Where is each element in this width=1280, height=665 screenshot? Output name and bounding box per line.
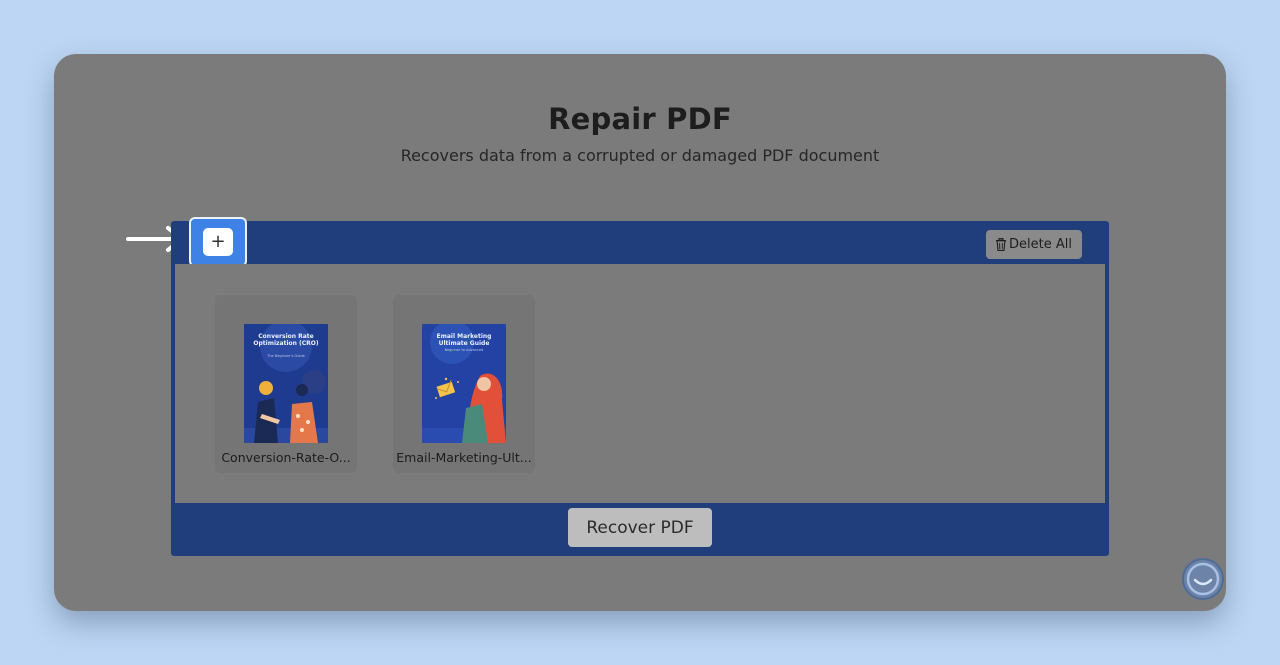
- file-card[interactable]: Conversion Rate Optimization (CRO) The B…: [215, 295, 357, 473]
- trash-icon: [995, 238, 1007, 251]
- file-list: Conversion Rate Optimization (CRO) The B…: [175, 264, 1105, 503]
- page-subtitle: Recovers data from a corrupted or damage…: [400, 146, 880, 165]
- delete-all-label: Delete All: [1009, 237, 1072, 252]
- panel-footer: Recover PDF: [171, 503, 1109, 556]
- thumbnail-subtitle: Beginner to Advanced: [444, 348, 484, 352]
- thumbnail-title: Email Marketing Ultimate Guide: [436, 333, 492, 347]
- thumbnail-subtitle: The Beginner's Guide: [267, 354, 305, 358]
- page-title: Repair PDF: [548, 102, 732, 136]
- recover-pdf-button[interactable]: Recover PDF: [568, 508, 712, 547]
- file-card[interactable]: Email Marketing Ultimate Guide Beginner …: [393, 295, 535, 473]
- delete-all-button[interactable]: Delete All: [986, 230, 1082, 259]
- add-button-highlight: +: [191, 219, 245, 265]
- pdf-thumbnail: Email Marketing Ultimate Guide Beginner …: [422, 324, 506, 443]
- pdf-thumbnail: Conversion Rate Optimization (CRO) The B…: [244, 324, 328, 443]
- file-name: Email-Marketing-Ult...: [396, 450, 532, 465]
- panel-toolbar: + Delete All: [171, 219, 1109, 265]
- chat-bubble-icon[interactable]: [1182, 558, 1224, 600]
- thumbnail-title: Conversion Rate Optimization (CRO): [253, 333, 319, 347]
- add-file-button[interactable]: +: [203, 228, 233, 256]
- file-name: Conversion-Rate-O...: [221, 450, 351, 465]
- app-window: Repair PDF Recovers data from a corrupte…: [54, 54, 1226, 611]
- upload-panel: + Delete All Conversion Rate Optimizatio…: [171, 219, 1109, 556]
